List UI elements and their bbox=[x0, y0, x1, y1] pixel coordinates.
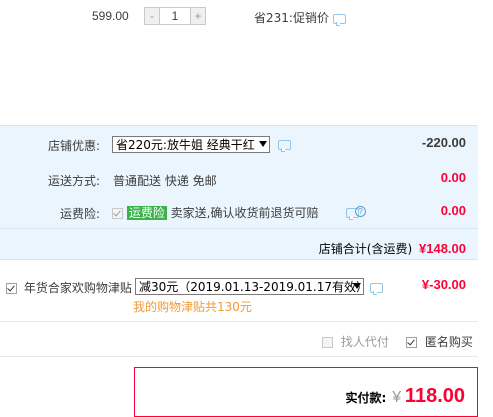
holiday-subsidy-checkbox[interactable] bbox=[6, 283, 17, 294]
shipping-amount: 0.00 bbox=[440, 170, 466, 185]
anonymous-label: 匿名购买 bbox=[424, 335, 473, 349]
shipping-label: 运送方式: bbox=[47, 174, 100, 188]
item-price: 599.00 bbox=[92, 9, 129, 23]
payment-total: 实付款: ¥ 118.00 bbox=[346, 385, 465, 408]
chevron-down-icon bbox=[353, 283, 361, 289]
section-divider bbox=[0, 321, 478, 322]
insurance-text: 卖家送,确认收货前退货可赔 bbox=[170, 206, 319, 220]
holiday-subsidy-option: 年货合家欢购物津贴 bbox=[6, 279, 132, 296]
anonymous-option: 匿名购买 bbox=[406, 333, 473, 350]
decrease-quantity-button[interactable]: - bbox=[144, 7, 160, 25]
currency-symbol: ¥ bbox=[392, 389, 402, 406]
comment-icon[interactable] bbox=[370, 283, 383, 295]
payment-label: 实付款: bbox=[345, 391, 387, 405]
payment-summary: 实付款: ¥ 118.00 bbox=[134, 367, 478, 417]
savings-text: 省231:促销价 bbox=[254, 11, 329, 25]
comment-icon[interactable] bbox=[332, 13, 346, 26]
shop-total-label: 店铺合计(含运费) bbox=[318, 242, 413, 256]
shop-discount-selected: 省220元:放牛姐 经典干红 bbox=[116, 138, 255, 152]
proxy-pay-label: 找人代付 bbox=[340, 335, 389, 349]
proxy-pay-option: 找人代付 bbox=[322, 333, 389, 350]
chevron-down-icon bbox=[259, 141, 267, 147]
shop-discount-amount: -220.00 bbox=[421, 135, 466, 150]
increase-quantity-button[interactable]: + bbox=[190, 7, 206, 25]
anonymous-checkbox[interactable] bbox=[406, 337, 417, 348]
insurance-option: 运费险 卖家送,确认收货前退货可赔 bbox=[112, 204, 319, 221]
insurance-badge: 运费险 bbox=[126, 206, 167, 220]
holiday-subsidy-amount: ¥-30.00 bbox=[421, 277, 466, 292]
shop-discount-select[interactable]: 省220元:放牛姐 经典干红 bbox=[112, 136, 270, 153]
holiday-subsidy-note: 我的购物津贴共130元 bbox=[133, 300, 252, 314]
payment-amount: 118.00 bbox=[404, 385, 465, 407]
quantity-stepper[interactable]: - + bbox=[144, 7, 206, 25]
insurance-label: 运费险: bbox=[59, 207, 100, 221]
shop-summary-panel: 店铺优惠: 省220元:放牛姐 经典干红 -220.00 运送方式: 普通配送 … bbox=[0, 125, 478, 260]
insurance-amount: 0.00 bbox=[440, 203, 466, 218]
section-divider bbox=[0, 356, 478, 357]
holiday-subsidy-select[interactable]: 减30元（2019.01.13-2019.01.17有效） bbox=[135, 278, 364, 295]
proxy-pay-checkbox[interactable] bbox=[322, 337, 333, 348]
help-icon[interactable]: ? bbox=[355, 206, 366, 217]
shop-discount-label: 店铺优惠: bbox=[47, 139, 100, 153]
item-savings: 省231:促销价 bbox=[254, 9, 346, 26]
quantity-input[interactable] bbox=[160, 7, 190, 25]
insurance-checkbox[interactable] bbox=[112, 208, 123, 219]
shop-total: 店铺合计(含运费) ¥148.00 bbox=[319, 240, 466, 257]
panel-divider bbox=[0, 228, 478, 229]
shipping-value: 普通配送 快递 免邮 bbox=[113, 174, 217, 188]
shop-total-amount: ¥148.00 bbox=[419, 241, 466, 256]
comment-icon[interactable] bbox=[278, 140, 291, 152]
holiday-subsidy-selected: 减30元（2019.01.13-2019.01.17有效） bbox=[139, 280, 364, 294]
holiday-subsidy-label: 年货合家欢购物津贴 bbox=[23, 281, 132, 295]
